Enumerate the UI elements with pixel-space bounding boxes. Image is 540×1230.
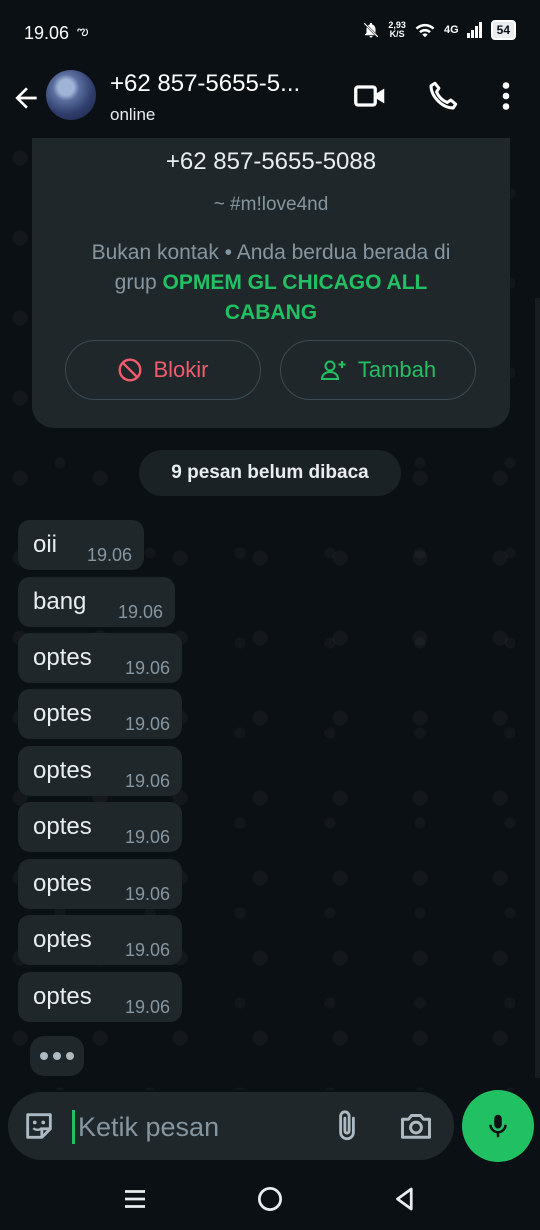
message-bubble[interactable]: optes 19.06 (18, 972, 182, 1022)
message-time: 19.06 (124, 884, 170, 904)
message-time: 19.06 (124, 771, 170, 791)
info-phone: +62 857-5655-5088 (165, 148, 377, 175)
wifi-icon (415, 23, 435, 38)
status-time: 19.06 (24, 23, 70, 43)
message-bubble[interactable]: optes 19.06 (18, 802, 182, 852)
chat-area[interactable]: +62 857-5655-5088 ~ #m!love4nd Bukan kon… (0, 138, 540, 1090)
video-camera-icon[interactable] (352, 78, 388, 114)
message-text: bang (33, 588, 87, 615)
microphone-icon (489, 1114, 507, 1138)
notification-icon: ఌ (77, 23, 89, 38)
net-speed-unit: K/S (389, 29, 405, 39)
system-nav-bar (0, 1168, 540, 1230)
unread-messages-badge: 9 pesan belum dibaca (139, 450, 401, 496)
message-time: 19.06 (124, 940, 170, 960)
message-bubble[interactable]: optes 19.06 (18, 859, 182, 909)
message-bubble[interactable]: optes 19.06 (18, 915, 182, 965)
status-bar: 19.06 ఌ 2,93 K/S 4G 54 (0, 0, 540, 66)
net-speed: 2,93 K/S (388, 21, 406, 39)
signal-icon (466, 22, 482, 38)
message-text: oii (33, 531, 58, 558)
group-name-link[interactable]: OPMEM GL CHICAGO ALL CABANG (163, 271, 428, 324)
message-time: 19.06 (117, 602, 163, 622)
message-bubble[interactable]: oii 19.06 (18, 520, 144, 570)
contact-info-card: +62 857-5655-5088 ~ #m!love4nd Bukan kon… (32, 138, 510, 428)
message-bubble[interactable]: optes 19.06 (18, 689, 182, 739)
more-vertical-icon[interactable] (488, 78, 524, 114)
add-contact-button[interactable]: Tambah (280, 340, 476, 400)
message-input-container[interactable] (8, 1092, 454, 1160)
block-button[interactable]: Blokir (65, 340, 261, 400)
mute-bell-icon (363, 22, 379, 38)
paperclip-icon[interactable] (330, 1108, 364, 1144)
message-text: optes (33, 644, 92, 671)
message-time: 19.06 (124, 827, 170, 847)
message-time: 19.06 (86, 545, 132, 565)
message-time: 19.06 (124, 997, 170, 1017)
chat-header: +62 857-5655-5... online (0, 66, 540, 138)
message-input[interactable] (76, 1106, 310, 1148)
message-text: optes (33, 870, 92, 897)
message-time: 19.06 (124, 658, 170, 678)
camera-icon[interactable] (398, 1108, 434, 1144)
message-text: optes (33, 757, 92, 784)
status-icons: 2,93 K/S 4G 54 (362, 20, 516, 40)
message-text: optes (33, 700, 92, 727)
network-type: 4G (443, 24, 459, 36)
composer-bar (0, 1090, 540, 1168)
avatar[interactable] (46, 70, 96, 120)
voice-record-button[interactable] (462, 1090, 534, 1162)
contact-name[interactable]: +62 857-5655-5... (110, 70, 300, 98)
scrollbar[interactable] (535, 298, 540, 1078)
message-bubble[interactable]: optes 19.06 (18, 633, 182, 683)
arrow-left-icon[interactable] (10, 82, 42, 114)
message-text: optes (33, 983, 92, 1010)
phone-icon[interactable] (425, 78, 461, 114)
block-label: Blokir (153, 357, 209, 382)
battery-level: 54 (490, 20, 516, 40)
typing-indicator (30, 1036, 84, 1076)
info-description: Bukan kontak • Anda berdua berada di gru… (72, 238, 470, 328)
text-caret (72, 1110, 75, 1144)
message-bubble[interactable]: bang 19.06 (18, 577, 175, 627)
add-label: Tambah (357, 357, 437, 382)
home-icon[interactable] (255, 1184, 285, 1214)
info-alias: ~ #m!love4nd (213, 194, 329, 215)
message-bubble[interactable]: optes 19.06 (18, 746, 182, 796)
message-text: optes (33, 926, 92, 953)
message-text: optes (33, 813, 92, 840)
sticker-icon[interactable] (22, 1109, 56, 1143)
back-nav-icon[interactable] (390, 1184, 420, 1214)
recent-apps-icon[interactable] (120, 1184, 150, 1214)
message-time: 19.06 (124, 714, 170, 734)
add-person-icon (320, 360, 346, 380)
contact-status: online (110, 105, 156, 124)
block-icon (119, 358, 142, 382)
